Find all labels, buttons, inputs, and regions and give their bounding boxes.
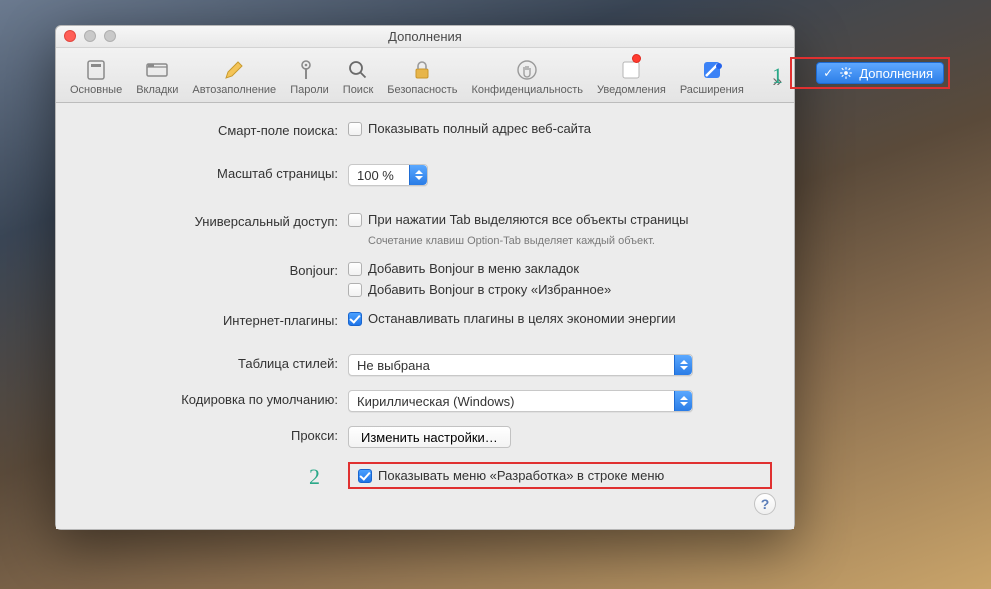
close-button[interactable]: [64, 30, 76, 42]
magnifier-icon: [344, 56, 372, 84]
toolbar-label: Расширения: [680, 84, 744, 96]
checkbox-develop-menu[interactable]: [358, 469, 372, 483]
popup-encoding[interactable]: Кириллическая (Windows): [348, 390, 693, 412]
row-tab-highlight[interactable]: При нажатии Tab выделяются все объекты с…: [348, 212, 772, 227]
chevron-updown-icon: [674, 355, 692, 375]
toolbar-label: Безопасность: [387, 84, 457, 96]
toolbar-extensions[interactable]: Расширения: [674, 54, 750, 98]
toolbar-label: Конфиденциальность: [471, 84, 583, 96]
popup-value: 100 %: [357, 168, 394, 183]
toolbar-security[interactable]: Безопасность: [381, 54, 463, 98]
checkmark-icon: ✓: [823, 66, 833, 80]
toolbar-passwords[interactable]: Пароли: [284, 54, 335, 98]
toolbar-autofill[interactable]: Автозаполнение: [186, 54, 282, 98]
menu-item-label: Дополнения: [859, 66, 933, 81]
zoom-button[interactable]: [104, 30, 116, 42]
checkbox-stop-plugins[interactable]: [348, 312, 362, 326]
hint-option-tab: Сочетание клавиш Option-Tab выделяет каж…: [368, 235, 772, 247]
row-bonjour-bookmarks[interactable]: Добавить Bonjour в меню закладок: [348, 261, 772, 276]
checkbox-bonjour-bookmarks[interactable]: [348, 262, 362, 276]
toolbar-label: Пароли: [290, 84, 329, 96]
toolbar-label: Поиск: [343, 84, 373, 96]
pencil-icon: [220, 56, 248, 84]
popup-stylesheet[interactable]: Не выбрана: [348, 354, 693, 376]
toolbar-tabs[interactable]: Вкладки: [130, 54, 184, 98]
annotation-1: 1: [772, 63, 783, 89]
help-button[interactable]: ?: [754, 493, 776, 515]
label-page-zoom: Масштаб страницы:: [78, 164, 348, 181]
content-area: Смарт-поле поиска: Показывать полный адр…: [56, 103, 794, 529]
notification-icon: [617, 56, 645, 84]
label-accessibility: Универсальный доступ:: [78, 212, 348, 229]
lock-icon: [408, 56, 436, 84]
label-stylesheet: Таблица стилей:: [78, 354, 348, 371]
row-stop-plugins[interactable]: Останавливать плагины в целях экономии э…: [348, 311, 772, 326]
gear-icon: [839, 66, 853, 80]
chevron-updown-icon: [674, 391, 692, 411]
slider-icon: [82, 56, 110, 84]
overflow-menu-item-advanced[interactable]: ✓ Дополнения: [816, 62, 944, 84]
question-mark-icon: ?: [761, 496, 770, 512]
annotation-box-2: Показывать меню «Разработка» в строке ме…: [348, 462, 772, 489]
popup-page-zoom[interactable]: 100 %: [348, 164, 428, 186]
window-title: Дополнения: [388, 29, 462, 44]
label-plugins: Интернет-плагины:: [78, 311, 348, 328]
row-bonjour-favorites[interactable]: Добавить Bonjour в строку «Избранное»: [348, 282, 772, 297]
tabs-icon: [143, 56, 171, 84]
toolbar-label: Уведомления: [597, 84, 666, 96]
preferences-window: Дополнения Основные Вкладки Автозаполнен…: [55, 25, 795, 530]
row-develop-menu[interactable]: Показывать меню «Разработка» в строке ме…: [358, 468, 664, 483]
checkbox-tab-highlight[interactable]: [348, 213, 362, 227]
toolbar-privacy[interactable]: Конфиденциальность: [465, 54, 589, 98]
popup-value: Кириллическая (Windows): [357, 394, 515, 409]
annotation-box-1: 1 ✓ Дополнения: [790, 57, 950, 89]
key-icon: [295, 56, 323, 84]
label-proxy: Прокси:: [78, 426, 348, 443]
label-smart-search: Смарт-поле поиска:: [78, 121, 348, 138]
minimize-button[interactable]: [84, 30, 96, 42]
prefs-toolbar: Основные Вкладки Автозаполнение Пароли П…: [56, 48, 794, 103]
puzzle-icon: [698, 56, 726, 84]
traffic-lights: [64, 30, 116, 42]
row-show-full-url[interactable]: Показывать полный адрес веб-сайта: [348, 121, 772, 136]
chevron-updown-icon: [409, 165, 427, 185]
toolbar-notifications[interactable]: Уведомления: [591, 54, 672, 98]
toolbar-label: Автозаполнение: [192, 84, 276, 96]
hand-icon: [513, 56, 541, 84]
titlebar[interactable]: Дополнения: [56, 26, 794, 48]
popup-value: Не выбрана: [357, 358, 430, 373]
label-bonjour: Bonjour:: [78, 261, 348, 278]
toolbar-label: Основные: [70, 84, 122, 96]
annotation-2: 2: [309, 464, 320, 490]
checkbox-bonjour-favorites[interactable]: [348, 283, 362, 297]
label-encoding: Кодировка по умолчанию:: [78, 390, 348, 407]
text-tab-highlight: При нажатии Tab выделяются все объекты с…: [368, 212, 688, 227]
toolbar-label: Вкладки: [136, 84, 178, 96]
button-proxy-settings[interactable]: Изменить настройки…: [348, 426, 511, 448]
text-show-full-url: Показывать полный адрес веб-сайта: [368, 121, 591, 136]
toolbar-general[interactable]: Основные: [64, 54, 128, 98]
toolbar-search[interactable]: Поиск: [337, 54, 379, 98]
checkbox-show-full-url[interactable]: [348, 122, 362, 136]
